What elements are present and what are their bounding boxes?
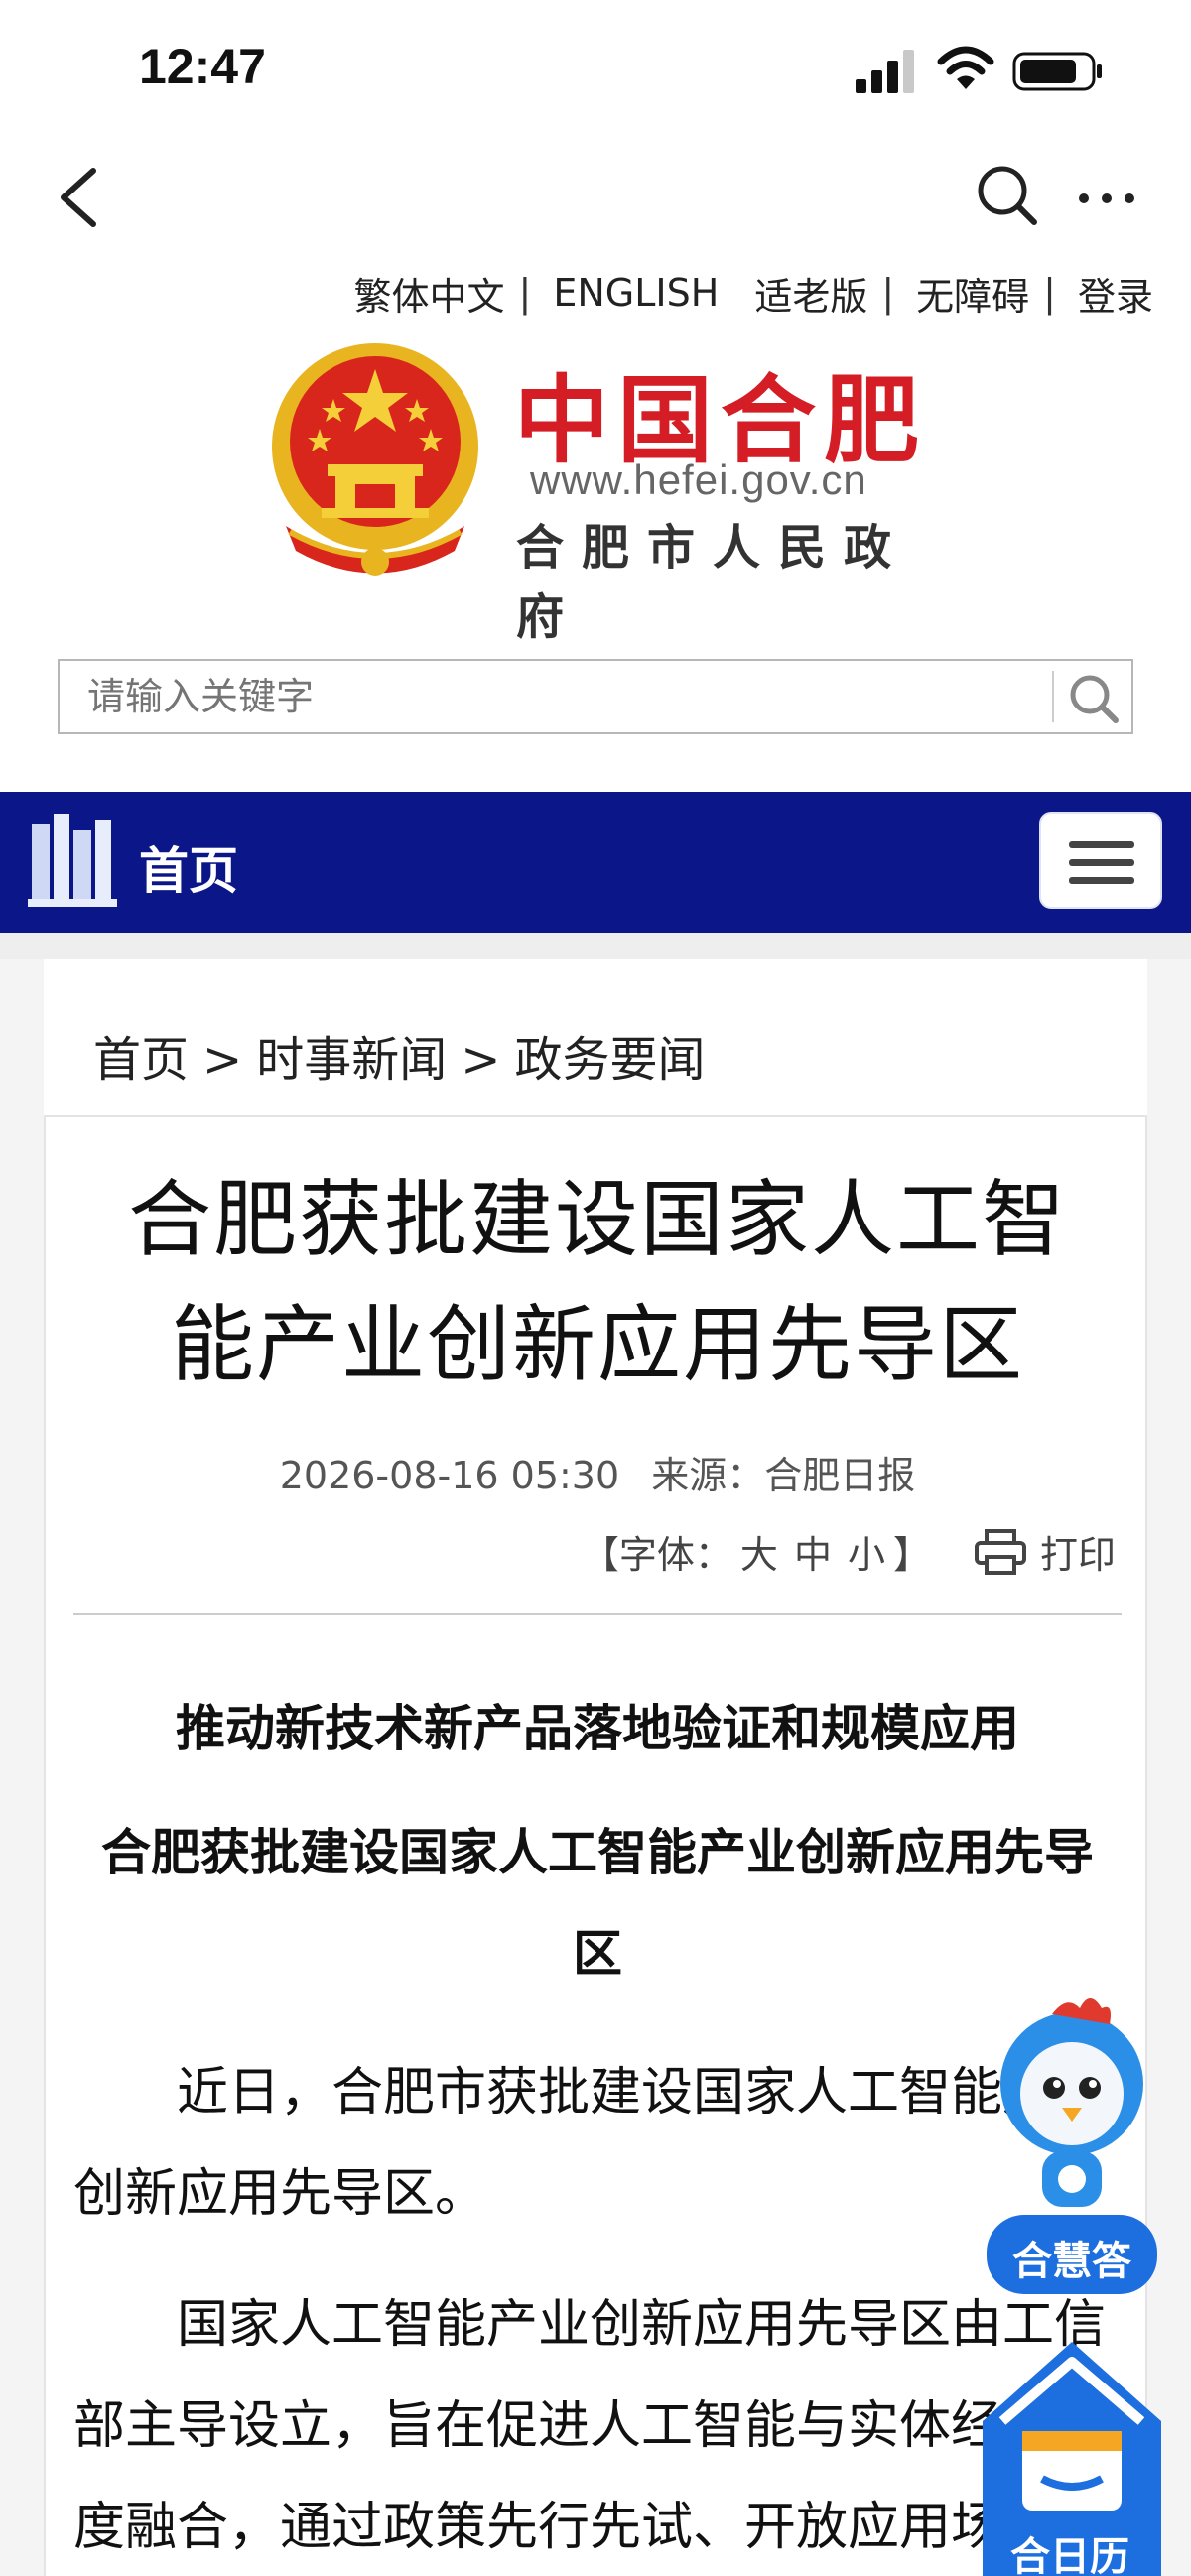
font-size-controls: 【字体： 大 中 小 】 打印: [582, 1524, 1116, 1579]
breadcrumb: 首页 > 时事新闻 > 政务要闻: [93, 1020, 705, 1090]
article-date: 2026-08-16 05:30: [279, 1454, 620, 1497]
article-meta: 2026-08-16 05:30 来源：合肥日报: [46, 1445, 1149, 1499]
meta-divider: [73, 1613, 1122, 1615]
print-label: 打印: [1039, 1533, 1116, 1577]
breadcrumb-news[interactable]: 时事新闻: [256, 1032, 447, 1088]
link-separator: |: [881, 271, 895, 315]
top-links: 繁体中文 | ENGLISH 适老版 | 无障碍 | 登录: [346, 266, 1161, 321]
link-accessibility[interactable]: 无障碍: [908, 266, 1037, 321]
battery-icon: [1012, 52, 1102, 91]
link-traditional-chinese[interactable]: 繁体中文: [346, 266, 513, 321]
logo-url: www.hefei.gov.cn: [530, 456, 867, 503]
search-input[interactable]: [60, 661, 1052, 732]
article-paragraph: 近日，合肥市获批建设国家人工智能产业创新应用先导区。: [73, 2063, 1107, 2224]
browser-navbar: [0, 139, 1191, 248]
font-size-medium[interactable]: 中: [786, 1524, 840, 1579]
national-emblem-icon: [272, 343, 478, 576]
more-options-icon[interactable]: [1072, 179, 1141, 218]
breadcrumb-government-news[interactable]: 政务要闻: [514, 1032, 705, 1088]
cellular-signal-icon: [856, 50, 914, 93]
article-heading: 合肥获批建设国家人工智能产业创新应用先导区: [101, 1824, 1094, 1983]
font-size-label-close: 】: [892, 1533, 931, 1577]
search-icon[interactable]: [973, 161, 1042, 230]
hamburger-menu-button[interactable]: [1039, 812, 1162, 909]
nav-home-label[interactable]: 首页: [139, 832, 238, 903]
calendar-widget[interactable]: 合日历: [963, 2312, 1181, 2576]
menu-line: [1069, 859, 1134, 866]
print-button[interactable]: 打印: [974, 1524, 1116, 1579]
site-search-box: [58, 659, 1133, 734]
link-login[interactable]: 登录: [1070, 266, 1161, 321]
article-title: 合肥获批建设国家人工智能产业创新应用先导区: [127, 1171, 1067, 1393]
search-divider: [1052, 671, 1054, 722]
back-arrow-icon[interactable]: [50, 163, 109, 232]
assistant-widget[interactable]: 合慧答: [973, 1985, 1171, 2298]
breadcrumb-home[interactable]: 首页: [93, 1032, 189, 1088]
status-time: 12:47: [139, 39, 266, 94]
font-size-large[interactable]: 大: [732, 1524, 786, 1579]
article-source: 来源：合肥日报: [651, 1454, 916, 1497]
font-size-small[interactable]: 小: [840, 1524, 893, 1579]
page-margin-left: [0, 959, 44, 2576]
link-separator: |: [1043, 271, 1056, 315]
main-nav-bar: 首页: [0, 792, 1191, 933]
menu-line: [1069, 877, 1134, 884]
breadcrumb-separator: >: [202, 1032, 243, 1088]
breadcrumb-separator: >: [461, 1032, 501, 1088]
site-logo[interactable]: 中国合肥 www.hefei.gov.cn 合肥市人民政府: [266, 337, 941, 645]
city-buildings-icon: [28, 814, 117, 907]
font-size-label-open: 【字体：: [581, 1533, 732, 1577]
wifi-icon: [937, 46, 994, 89]
assistant-label: 合慧答: [1012, 2239, 1131, 2284]
search-button-icon[interactable]: [1062, 667, 1127, 730]
logo-subtitle: 合肥市人民政府: [516, 520, 910, 645]
article-subheading: 推动新技术新产品落地验证和规模应用: [176, 1700, 1019, 1757]
calendar-label: 合日历: [1010, 2534, 1129, 2576]
printer-icon: [974, 1528, 1026, 1575]
link-separator: |: [518, 271, 532, 315]
status-bar: 12:47: [0, 0, 1191, 139]
link-english[interactable]: ENGLISH: [545, 271, 727, 315]
section-gap: [0, 933, 1191, 959]
menu-line: [1069, 841, 1134, 848]
link-elderly-version[interactable]: 适老版: [746, 266, 875, 321]
